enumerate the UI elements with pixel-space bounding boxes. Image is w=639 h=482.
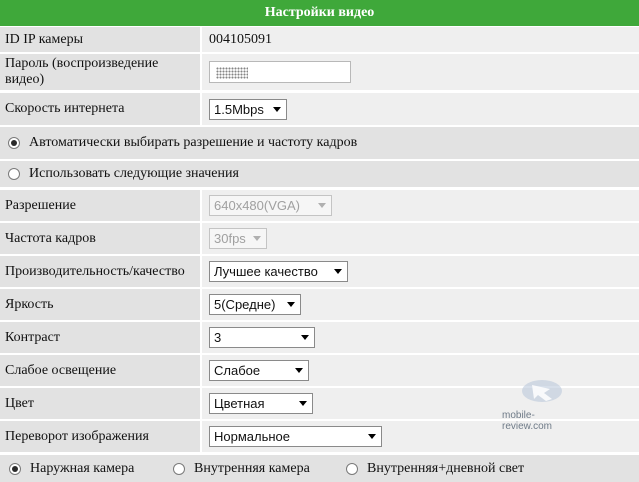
resolution-select[interactable]: 640x480(VGA) xyxy=(209,195,332,216)
password-cell xyxy=(202,54,639,90)
color-label: Цвет xyxy=(0,388,200,419)
chevron-down-icon xyxy=(295,368,303,373)
low-light-select-value: Слабое xyxy=(214,363,261,378)
resolution-row: Разрешение 640x480(VGA) xyxy=(0,190,639,221)
contrast-label: Контраст xyxy=(0,322,200,353)
quality-select-value: Лучшее качество xyxy=(214,264,318,279)
password-input[interactable] xyxy=(209,61,351,83)
auto-option-row: Автоматически выбирать разрешение и част… xyxy=(0,127,639,159)
brightness-row: Яркость 5(Средне) xyxy=(0,289,639,320)
speed-row: Скорость интернета 1.5Mbps xyxy=(0,93,639,125)
auto-option-label: Автоматически выбирать разрешение и част… xyxy=(29,135,358,150)
quality-label: Производительность/качество xyxy=(0,256,200,287)
contrast-select-value: 3 xyxy=(214,330,222,345)
watermark-text: mobile-review.com xyxy=(502,410,553,432)
env-indoor-daylight-label: Внутренняя+дневной свет xyxy=(367,460,525,476)
contrast-select[interactable]: 3 xyxy=(209,327,315,348)
env-indoor-daylight-option[interactable]: Внутренняя+дневной свет xyxy=(346,461,524,477)
env-indoor-option[interactable]: Внутренняя камера xyxy=(173,461,346,477)
environment-row: Наружная камера Внутренняя камера Внутре… xyxy=(0,455,639,482)
manual-option-row: Использовать следующие значения xyxy=(0,161,639,187)
env-outdoor-radio[interactable] xyxy=(9,462,21,475)
quality-row: Производительность/качество Лучшее качес… xyxy=(0,256,639,287)
quality-select[interactable]: Лучшее качество xyxy=(209,261,348,282)
speed-select[interactable]: 1.5Mbps xyxy=(209,98,287,120)
chevron-down-icon xyxy=(368,434,376,439)
environment-group: Наружная камера Внутренняя камера Внутре… xyxy=(0,455,639,482)
flip-label: Переворот изображения xyxy=(0,421,200,452)
chevron-down-icon xyxy=(299,401,307,406)
watermark: mobile-review.com xyxy=(500,377,580,432)
video-settings-panel: Настройки видео ID IP камеры 004105091 П… xyxy=(0,0,639,482)
flip-select[interactable]: Нормальное xyxy=(209,426,382,447)
env-indoor-radio[interactable] xyxy=(173,462,185,475)
camera-id-value: 004105091 xyxy=(202,27,639,52)
color-select[interactable]: Цветная xyxy=(209,393,313,414)
resolution-select-value: 640x480(VGA) xyxy=(214,198,300,213)
framerate-row: Частота кадров 30fps xyxy=(0,223,639,254)
flip-select-value: Нормальное xyxy=(214,429,291,444)
framerate-select-value: 30fps xyxy=(214,231,246,246)
chevron-down-icon xyxy=(334,269,342,274)
resolution-cell: 640x480(VGA) xyxy=(202,190,639,221)
chevron-down-icon xyxy=(287,302,295,307)
low-light-select[interactable]: Слабое xyxy=(209,360,309,381)
password-label: Пароль (воспроизведение видео) xyxy=(0,54,200,90)
manual-option-label: Использовать следующие значения xyxy=(29,166,239,181)
env-outdoor-option[interactable]: Наружная камера xyxy=(9,461,173,477)
password-mask xyxy=(216,67,248,79)
auto-option[interactable]: Автоматически выбирать разрешение и част… xyxy=(0,127,639,159)
brightness-cell: 5(Средне) xyxy=(202,289,639,320)
brightness-select[interactable]: 5(Средне) xyxy=(209,294,301,315)
manual-option-radio[interactable] xyxy=(8,168,20,180)
resolution-label: Разрешение xyxy=(0,190,200,221)
env-indoor-daylight-radio[interactable] xyxy=(346,462,358,475)
low-light-label: Слабое освещение xyxy=(0,355,200,386)
framerate-cell: 30fps xyxy=(202,223,639,254)
contrast-row: Контраст 3 xyxy=(0,322,639,353)
auto-option-radio[interactable] xyxy=(8,137,20,149)
chevron-down-icon xyxy=(301,335,309,340)
speed-cell: 1.5Mbps xyxy=(202,93,639,125)
manual-option[interactable]: Использовать следующие значения xyxy=(0,161,639,187)
chevron-down-icon xyxy=(273,106,281,112)
camera-id-row: ID IP камеры 004105091 xyxy=(0,27,639,52)
speed-select-value: 1.5Mbps xyxy=(214,101,264,117)
camera-id-label: ID IP камеры xyxy=(0,27,200,52)
color-select-value: Цветная xyxy=(214,396,265,411)
chevron-down-icon xyxy=(253,236,261,241)
brightness-select-value: 5(Средне) xyxy=(214,297,276,312)
framerate-label: Частота кадров xyxy=(0,223,200,254)
framerate-select[interactable]: 30fps xyxy=(209,228,267,249)
panel-title: Настройки видео xyxy=(0,0,639,27)
env-outdoor-label: Наружная камера xyxy=(30,460,135,476)
env-indoor-label: Внутренняя камера xyxy=(194,460,310,476)
password-row: Пароль (воспроизведение видео) xyxy=(0,54,639,90)
speed-label: Скорость интернета xyxy=(0,93,200,125)
contrast-cell: 3 xyxy=(202,322,639,353)
quality-cell: Лучшее качество xyxy=(202,256,639,287)
chevron-down-icon xyxy=(318,203,326,208)
brightness-label: Яркость xyxy=(0,289,200,320)
